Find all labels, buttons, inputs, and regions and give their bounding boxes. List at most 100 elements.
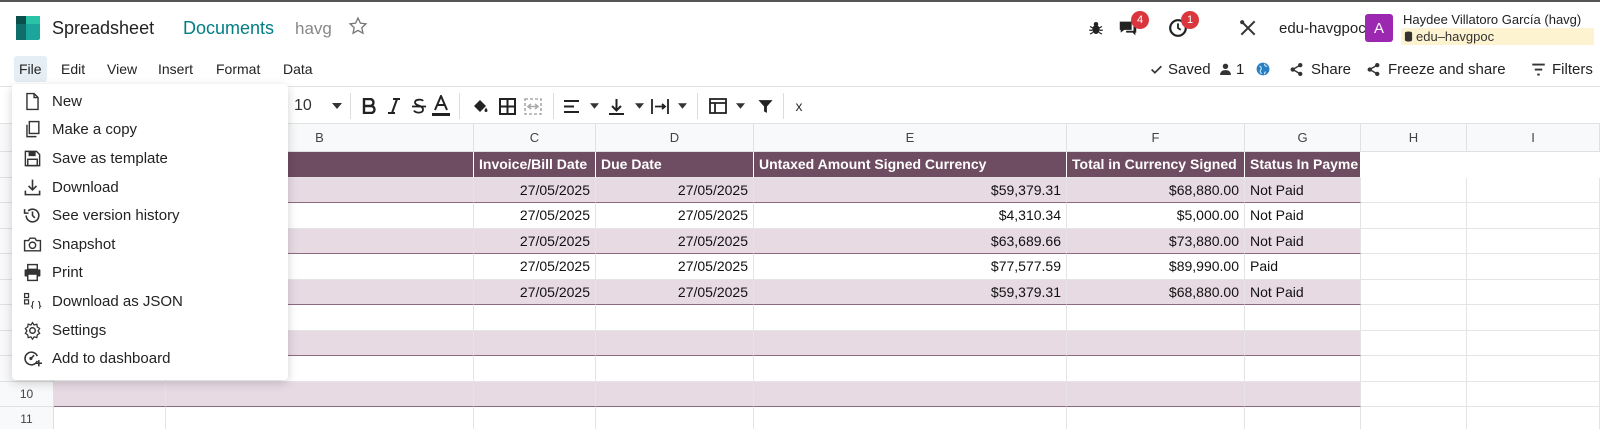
table-header-cell[interactable]: Status In Payme [1245, 152, 1361, 178]
file-menu-item-add-to-dashboard[interactable]: Add to dashboard [12, 344, 288, 373]
table-cell[interactable]: 27/05/2025 [474, 279, 596, 305]
file-menu-item-settings[interactable]: Settings [12, 316, 288, 345]
tools-button[interactable] [1238, 14, 1258, 42]
table-cell[interactable] [596, 381, 754, 407]
file-menu-item-snapshot[interactable]: Snapshot [12, 230, 288, 259]
column-header[interactable]: H [1361, 124, 1467, 152]
insert-select[interactable] [709, 95, 745, 117]
table-cell[interactable]: Not Paid [1245, 279, 1361, 305]
file-menu-item-download[interactable]: Download [12, 173, 288, 202]
table-cell[interactable] [1361, 356, 1467, 382]
table-cell[interactable] [474, 356, 596, 382]
text-wrap-select[interactable] [651, 95, 687, 117]
table-cell[interactable] [474, 381, 596, 407]
table-cell[interactable]: 27/05/2025 [474, 203, 596, 229]
table-cell[interactable] [1361, 177, 1467, 203]
table-cell[interactable]: Not Paid [1245, 228, 1361, 254]
file-menu-item-make-a-copy[interactable]: Make a copy [12, 116, 288, 145]
table-cell[interactable]: 27/05/2025 [596, 177, 754, 203]
table-cell[interactable]: Paid [1245, 254, 1361, 280]
table-cell[interactable]: Not Paid [1245, 203, 1361, 229]
row-header[interactable]: 11 [0, 407, 54, 429]
table-cell[interactable] [596, 330, 754, 356]
table-cell[interactable] [1067, 407, 1245, 429]
table-cell[interactable]: $5,000.00 [1067, 203, 1245, 229]
file-menu-item-see-version-history[interactable]: See version history [12, 201, 288, 230]
table-cell[interactable]: 27/05/2025 [596, 254, 754, 280]
table-cell[interactable]: $77,577.59 [754, 254, 1067, 280]
fill-color-button[interactable] [470, 95, 490, 117]
column-header[interactable]: I [1467, 124, 1600, 152]
table-cell[interactable]: 27/05/2025 [596, 203, 754, 229]
table-cell[interactable]: 27/05/2025 [596, 228, 754, 254]
menu-data[interactable]: Data [278, 56, 318, 82]
table-cell[interactable]: $59,379.31 [754, 279, 1067, 305]
table-cell[interactable] [1361, 330, 1467, 356]
table-cell[interactable]: 27/05/2025 [474, 228, 596, 254]
filters-button[interactable]: Filters [1531, 59, 1593, 79]
table-cell[interactable] [54, 407, 166, 429]
file-menu-item-save-as-template[interactable]: Save as template [12, 144, 288, 173]
table-cell[interactable]: $73,880.00 [1067, 228, 1245, 254]
table-cell[interactable] [1245, 330, 1361, 356]
table-cell[interactable] [1467, 254, 1600, 280]
avatar[interactable]: A [1365, 14, 1393, 42]
table-cell[interactable]: $89,990.00 [1067, 254, 1245, 280]
messages-button[interactable]: 4 [1117, 11, 1149, 42]
table-cell[interactable]: 27/05/2025 [474, 254, 596, 280]
table-cell[interactable] [1245, 407, 1361, 429]
table-cell[interactable] [1467, 228, 1600, 254]
table-cell[interactable] [1467, 381, 1600, 407]
file-menu-item-download-as-json[interactable]: Download as JSON [12, 287, 288, 316]
table-cell[interactable] [1245, 305, 1361, 331]
table-cell[interactable]: $68,880.00 [1067, 177, 1245, 203]
table-cell[interactable] [754, 356, 1067, 382]
table-header-cell[interactable]: Due Date [596, 152, 754, 178]
merge-cells-button[interactable] [523, 95, 543, 117]
table-cell[interactable] [596, 305, 754, 331]
file-menu-item-new[interactable]: New [12, 87, 288, 116]
strikethrough-button[interactable] [409, 95, 429, 117]
table-cell[interactable]: 27/05/2025 [596, 279, 754, 305]
table-cell[interactable] [596, 356, 754, 382]
horizontal-align-select[interactable] [563, 95, 599, 117]
company-switcher[interactable]: edu-havgpoc [1279, 20, 1366, 37]
menu-view[interactable]: View [102, 56, 142, 82]
table-cell[interactable] [754, 305, 1067, 331]
table-cell[interactable]: $4,310.34 [754, 203, 1067, 229]
table-cell[interactable] [1067, 381, 1245, 407]
freeze-share-button[interactable]: Freeze and share [1366, 59, 1506, 79]
table-cell[interactable] [1067, 356, 1245, 382]
table-cell[interactable] [54, 381, 166, 407]
table-cell[interactable] [1361, 381, 1467, 407]
text-color-button[interactable] [430, 95, 452, 117]
table-header-cell[interactable]: Total in Currency Signed [1067, 152, 1245, 178]
table-cell[interactable] [1467, 356, 1600, 382]
table-cell[interactable] [166, 407, 474, 429]
favorite-star-icon[interactable] [348, 16, 368, 36]
activity-button[interactable]: 1 [1167, 11, 1199, 42]
italic-button[interactable] [384, 95, 404, 117]
table-cell[interactable] [474, 330, 596, 356]
menu-insert[interactable]: Insert [153, 56, 198, 82]
table-header-cell[interactable]: Untaxed Amount Signed Currency [754, 152, 1067, 178]
table-cell[interactable]: $68,880.00 [1067, 279, 1245, 305]
table-cell[interactable] [1467, 330, 1600, 356]
font-size-select[interactable]: 10 [290, 95, 346, 117]
menu-edit[interactable]: Edit [56, 56, 90, 82]
users-count[interactable]: 1 [1219, 59, 1244, 79]
table-cell[interactable] [1467, 305, 1600, 331]
table-cell[interactable] [596, 407, 754, 429]
table-cell[interactable] [474, 407, 596, 429]
file-menu-item-print[interactable]: Print [12, 259, 288, 288]
table-cell[interactable] [1361, 279, 1467, 305]
table-cell[interactable] [1361, 203, 1467, 229]
table-cell[interactable] [754, 381, 1067, 407]
globe-button[interactable] [1256, 59, 1270, 79]
share-button[interactable]: Share [1289, 59, 1351, 79]
column-header[interactable]: F [1067, 124, 1245, 152]
table-cell[interactable] [1467, 279, 1600, 305]
table-cell[interactable] [1467, 203, 1600, 229]
table-cell[interactable]: $63,689.66 [754, 228, 1067, 254]
table-cell[interactable] [754, 407, 1067, 429]
